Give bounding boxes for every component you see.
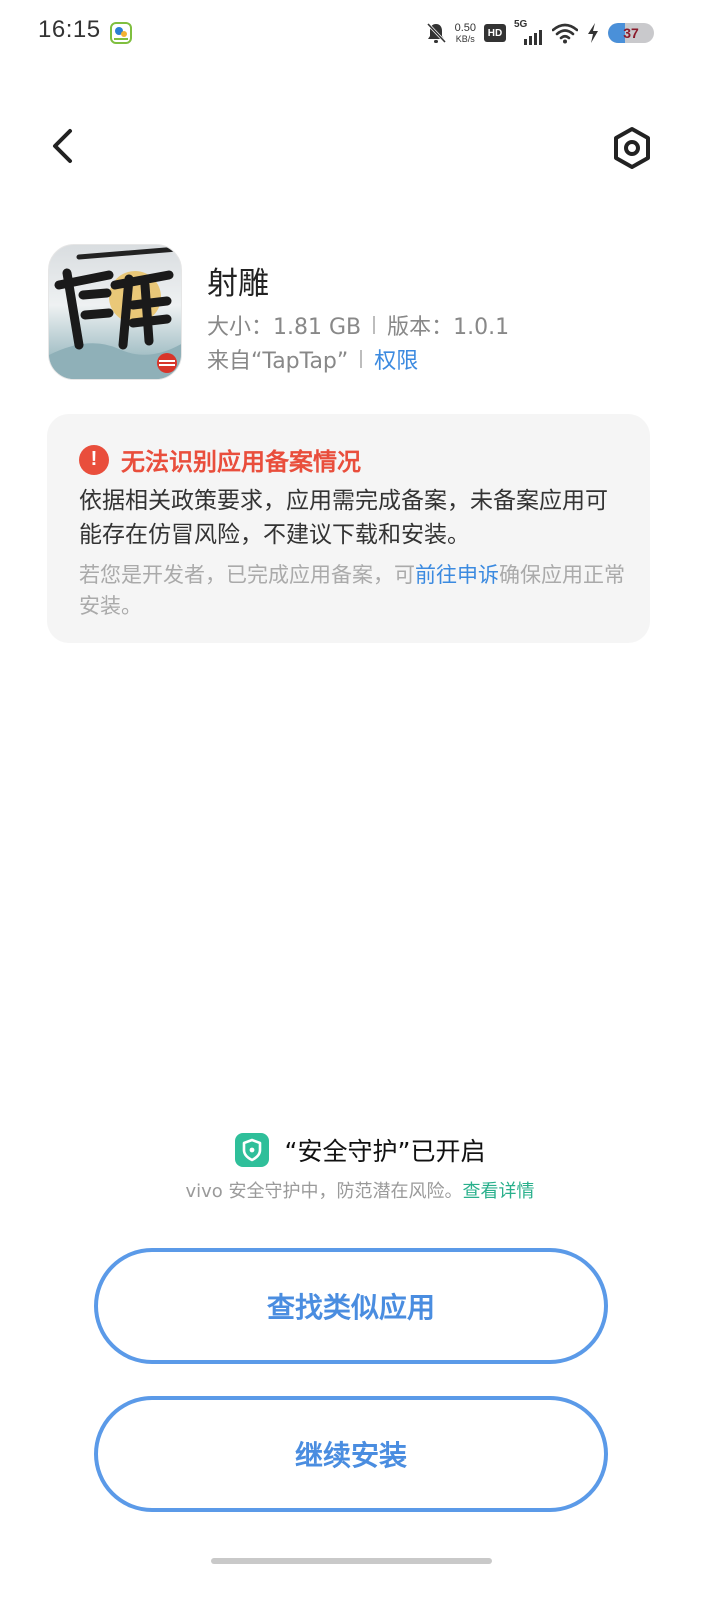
shield-icon (234, 1133, 269, 1167)
app-logo-artwork (49, 246, 181, 379)
warning-note: 若您是开发者，已完成应用备案，可前往申诉确保应用正常安装。 (79, 563, 625, 618)
app-source: 来自“TapTap” (207, 349, 349, 374)
appeal-link[interactable]: 前往申诉 (415, 563, 499, 587)
settings-hexagon-icon (614, 127, 650, 169)
back-button[interactable] (40, 122, 84, 170)
app-source-row: 来自“TapTap” 权限 (207, 343, 418, 375)
security-title: “安全守护”已开启 (284, 1137, 486, 1166)
continue-install-button[interactable]: 继续安装 (94, 1396, 608, 1512)
security-subtitle: vivo 安全守护中，防范潜在风险。查看详情 (185, 1181, 535, 1202)
warning-title-row: ! 无法识别应用备案情况 (79, 442, 361, 477)
warning-card: ! 无法识别应用备案情况 依据相关政策要求，应用需完成备案，未备案应用可能存在仿… (47, 414, 650, 643)
charging-icon (588, 23, 598, 43)
network-speed: 0.50 KB/s (454, 22, 476, 44)
warning-title: 无法识别应用备案情况 (121, 448, 361, 476)
divider (360, 350, 363, 368)
mute-bell-icon (426, 22, 446, 44)
status-time: 16:15 (38, 16, 101, 43)
exclamation-icon: ! (79, 444, 109, 475)
app-notification-icon (110, 22, 132, 44)
app-name: 射雕 (207, 266, 269, 302)
settings-button[interactable] (606, 122, 658, 174)
view-details-link[interactable]: 查看详情 (463, 1181, 535, 1202)
divider (373, 316, 376, 334)
home-indicator[interactable] (211, 1558, 492, 1564)
app-size-version: 大小：1.81 GB 版本：1.0.1 (207, 309, 509, 341)
status-icons: 0.50 KB/s HD 5G 37 (425, 18, 654, 48)
warning-body: 依据相关政策要求，应用需完成备案，未备案应用可能存在仿冒风险，不建议下载和安装。 (79, 488, 608, 548)
chevron-left-icon (53, 129, 72, 163)
cellular-signal-icon: 5G (514, 19, 544, 45)
permissions-link[interactable]: 权限 (374, 343, 418, 375)
find-similar-apps-button[interactable]: 查找类似应用 (94, 1248, 608, 1364)
hd-badge: HD (484, 24, 506, 42)
app-version: 版本：1.0.1 (387, 315, 510, 340)
wifi-icon (552, 23, 578, 44)
app-size: 大小：1.81 GB (207, 315, 362, 340)
app-icon (48, 244, 182, 380)
status-bar: 16:15 0.50 KB/s HD 5G 37 (0, 0, 720, 66)
battery-icon: 37 (608, 23, 654, 43)
security-status: “安全守护”已开启 (0, 1132, 720, 1168)
